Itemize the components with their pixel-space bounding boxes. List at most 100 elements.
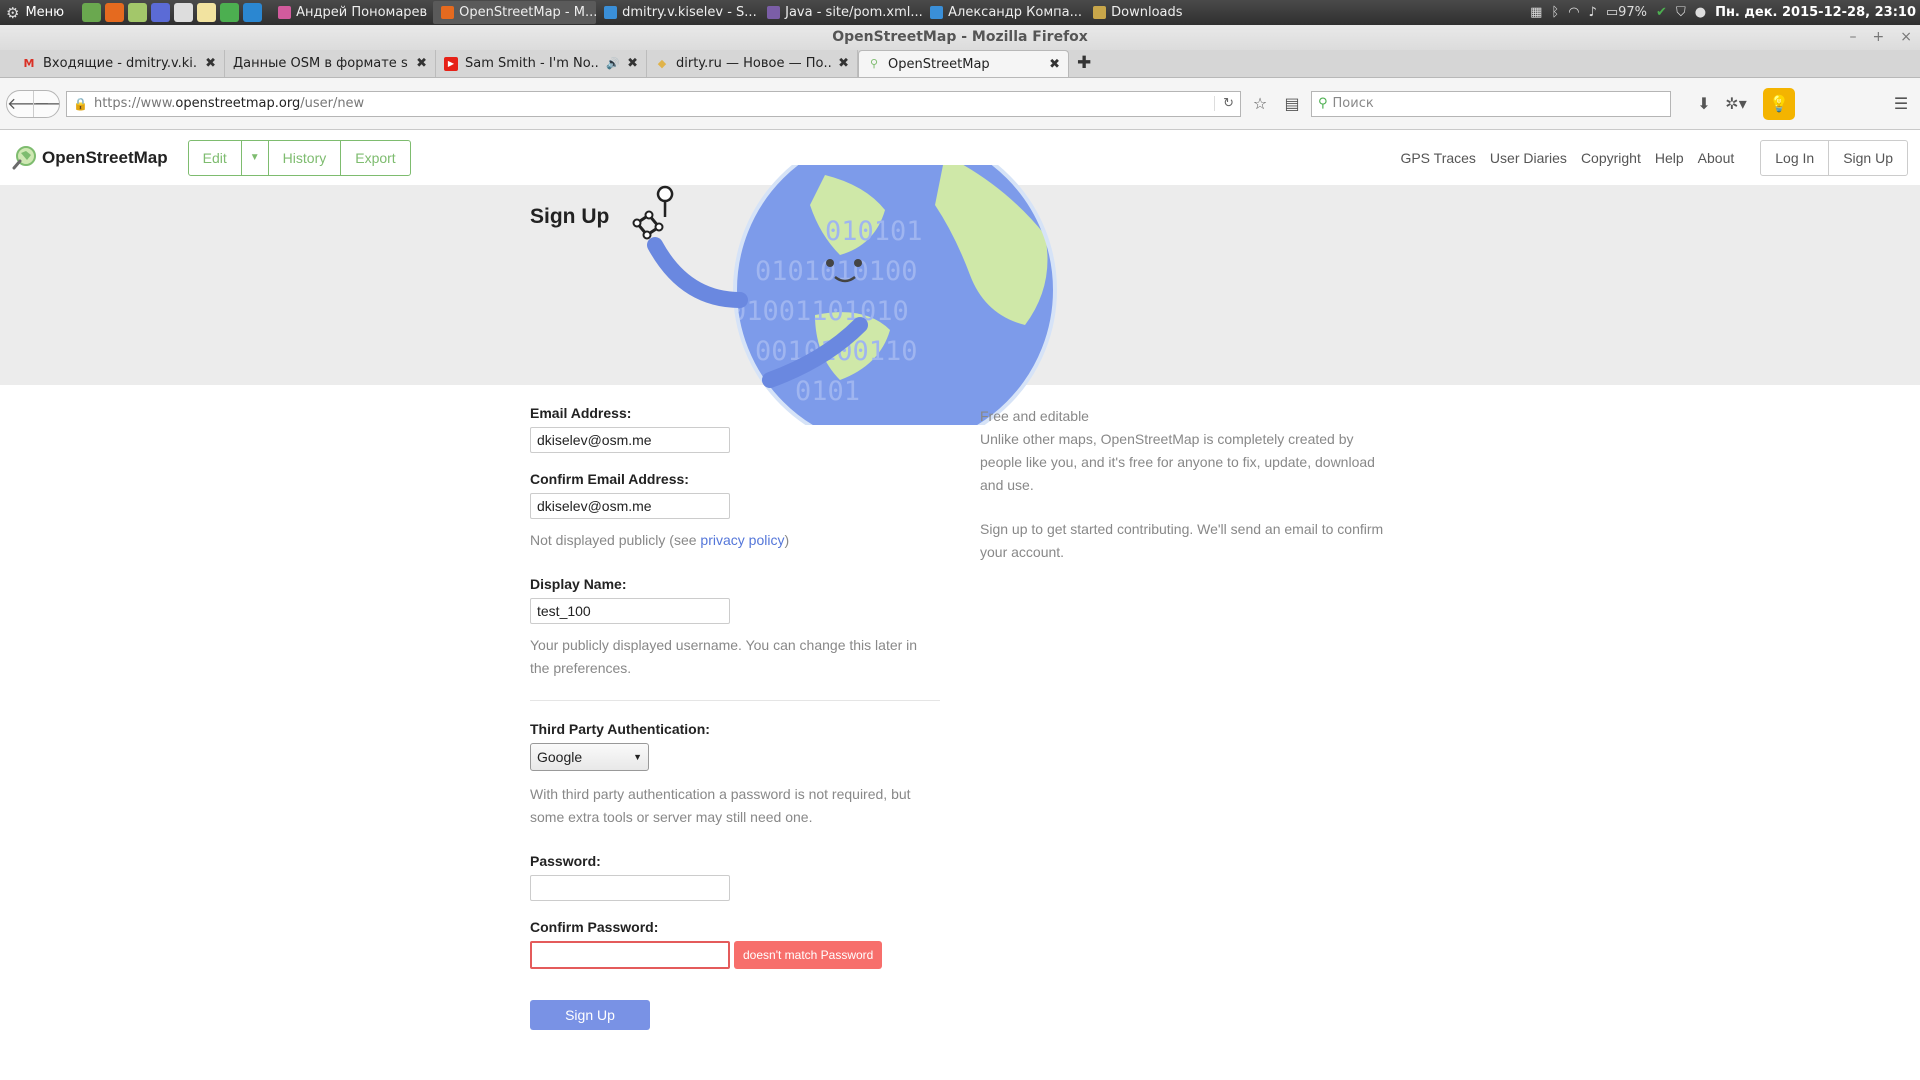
page-title: Sign Up bbox=[530, 205, 610, 228]
window-task-list: Андрей Пономарев OpenStreetMap - M... dm… bbox=[270, 0, 1248, 25]
eclipse-launcher-icon[interactable] bbox=[151, 3, 171, 22]
battery-icon[interactable]: ▭97% bbox=[1606, 5, 1647, 20]
third-party-help: With third party authentication a passwo… bbox=[530, 786, 911, 825]
task-downloads[interactable]: Downloads bbox=[1085, 1, 1248, 24]
task-andrey[interactable]: Андрей Пономарев bbox=[270, 1, 433, 24]
edit-button[interactable]: Edit bbox=[189, 141, 241, 175]
lock-icon[interactable]: 🔒 bbox=[73, 97, 88, 111]
nav-link-about[interactable]: About bbox=[1698, 150, 1735, 166]
speaker-icon[interactable]: 🔊 bbox=[606, 57, 620, 70]
close-window-icon[interactable]: × bbox=[1900, 25, 1912, 50]
extension-icon[interactable]: ✲▾ bbox=[1723, 91, 1749, 117]
task-firefox-osm[interactable]: OpenStreetMap - M... bbox=[433, 1, 597, 24]
info-cta: Sign up to get started contributing. We'… bbox=[980, 521, 1384, 560]
osm-logo[interactable]: OpenStreetMap bbox=[12, 145, 168, 171]
hamburger-menu-icon[interactable]: ☰ bbox=[1888, 91, 1914, 117]
firefox-launcher-icon[interactable] bbox=[105, 3, 125, 22]
url-bar[interactable]: 🔒 https://www.openstreetmap.org/user/new… bbox=[66, 90, 1241, 117]
bluetooth-icon[interactable]: ᛒ bbox=[1551, 5, 1559, 20]
confirm-password-field[interactable] bbox=[530, 941, 730, 969]
third-party-auth-select[interactable]: Google ▼ bbox=[530, 743, 649, 771]
map-node-icon bbox=[632, 185, 674, 240]
close-tab-icon[interactable]: ✖ bbox=[627, 56, 638, 71]
globe-digits-line: 010101 bbox=[825, 216, 923, 247]
edit-dropdown-caret-icon[interactable]: ▼ bbox=[240, 140, 268, 175]
tab-title: Sam Smith - I'm No... bbox=[465, 56, 600, 71]
password-mismatch-error: doesn't match Password bbox=[734, 941, 883, 969]
calculator-launcher-icon[interactable] bbox=[174, 3, 194, 22]
display-name-field[interactable]: test_100 bbox=[530, 598, 730, 624]
forward-icon[interactable]: 🡒 bbox=[33, 90, 59, 117]
wifi-icon[interactable]: ◠ bbox=[1568, 5, 1579, 20]
task-title: Java - site/pom.xml... bbox=[785, 5, 923, 20]
task-title: Downloads bbox=[1111, 5, 1183, 20]
nav-link-gps-traces[interactable]: GPS Traces bbox=[1400, 150, 1475, 166]
header-signup-button[interactable]: Sign Up bbox=[1828, 140, 1907, 175]
gmail-icon: M bbox=[23, 56, 35, 70]
globe-mascot-illustration: 010101 0101010100 01001101010 0010100110… bbox=[632, 165, 1057, 425]
url-host: openstreetmap.org bbox=[175, 96, 301, 111]
info-body: Unlike other maps, OpenStreetMap is comp… bbox=[980, 431, 1375, 493]
reader-view-icon[interactable]: ▤ bbox=[1279, 91, 1305, 117]
volume-icon[interactable]: ♪ bbox=[1589, 5, 1597, 20]
close-tab-icon[interactable]: ✖ bbox=[1049, 57, 1060, 72]
files-launcher-icon[interactable] bbox=[128, 3, 148, 22]
signup-submit-button[interactable]: Sign Up bbox=[530, 1000, 650, 1030]
task-eclipse-java[interactable]: Java - site/pom.xml... bbox=[759, 1, 922, 24]
tab-gmail[interactable]: M Входящие - dmitry.v.ki... ✖ bbox=[14, 50, 225, 77]
osm-logo-text: OpenStreetMap bbox=[42, 147, 168, 167]
tab-openstreetmap[interactable]: ⚲ OpenStreetMap ✖ bbox=[858, 50, 1069, 77]
reload-icon[interactable]: ↻ bbox=[1214, 96, 1234, 111]
close-tab-icon[interactable]: ✖ bbox=[205, 56, 216, 71]
task-skype-dmitry[interactable]: dmitry.v.kiselev - S... bbox=[596, 1, 759, 24]
back-forward-group: 🡐 🡒 bbox=[6, 89, 60, 118]
nav-link-copyright[interactable]: Copyright bbox=[1581, 150, 1641, 166]
update-check-icon[interactable]: ✔ bbox=[1656, 5, 1667, 20]
start-menu-button[interactable]: ⚙ Меню bbox=[0, 0, 74, 25]
task-app-icon bbox=[767, 6, 781, 19]
notification-icon[interactable]: ● bbox=[1695, 5, 1706, 20]
shield-icon[interactable]: ⛉ bbox=[1676, 5, 1686, 20]
start-menu-label: Меню bbox=[25, 5, 65, 20]
password-label: Password: bbox=[530, 853, 601, 869]
privacy-note-prefix: Not displayed publicly (see bbox=[530, 532, 701, 548]
edit-history-export-group: Edit ▼ History Export bbox=[187, 139, 411, 176]
android-launcher-icon[interactable] bbox=[220, 3, 240, 22]
download-icon[interactable]: ⬇ bbox=[1691, 91, 1717, 117]
export-button[interactable]: Export bbox=[340, 140, 409, 175]
secondary-nav: GPS Traces User Diaries Copyright Help A… bbox=[1400, 139, 1908, 176]
email-field[interactable]: dkiselev@osm.me bbox=[530, 427, 730, 453]
osm-logo-icon bbox=[12, 145, 36, 169]
new-tab-icon[interactable]: ✚ bbox=[1069, 50, 1099, 77]
tab-title: OpenStreetMap bbox=[888, 56, 990, 72]
notes-launcher-icon[interactable] bbox=[197, 3, 217, 22]
confirm-password-label: Confirm Password: bbox=[530, 919, 659, 935]
search-bar[interactable]: ⚲ Поиск bbox=[1311, 90, 1671, 117]
back-icon[interactable]: 🡐 bbox=[7, 91, 50, 117]
nav-link-help[interactable]: Help bbox=[1655, 150, 1684, 166]
bookmark-star-icon[interactable]: ☆ bbox=[1247, 91, 1273, 117]
tab-dirty[interactable]: ◆ dirty.ru — Новое — По... ✖ bbox=[647, 50, 858, 77]
task-skype-alexander[interactable]: Александр Компа... bbox=[922, 1, 1085, 24]
signup-form: Email Address: dkiselev@osm.me Confirm E… bbox=[530, 405, 940, 1030]
close-tab-icon[interactable]: ✖ bbox=[416, 56, 427, 71]
login-button[interactable]: Log In bbox=[1761, 141, 1828, 175]
tab-osm-data[interactable]: Данные OSM в формате s... ✖ bbox=[225, 50, 436, 77]
clock[interactable]: Пн. дек. 2015-12-28, 23:10 bbox=[1715, 5, 1916, 20]
nav-link-user-diaries[interactable]: User Diaries bbox=[1490, 150, 1567, 166]
tab-youtube[interactable]: ▶ Sam Smith - I'm No... 🔊 ✖ bbox=[436, 50, 647, 77]
confirm-email-field[interactable]: dkiselev@osm.me bbox=[530, 493, 730, 519]
history-button[interactable]: History bbox=[267, 140, 341, 175]
window-titlebar: OpenStreetMap - Mozilla Firefox – + × bbox=[0, 25, 1920, 50]
close-tab-icon[interactable]: ✖ bbox=[838, 56, 849, 71]
privacy-policy-link[interactable]: privacy policy bbox=[700, 532, 784, 548]
password-field[interactable] bbox=[530, 875, 730, 901]
upwork-launcher-icon[interactable] bbox=[243, 3, 263, 22]
lightbulb-icon[interactable]: 💡 bbox=[1763, 87, 1795, 120]
confirm-email-label: Confirm Email Address: bbox=[530, 471, 689, 487]
signup-info-panel: Free and editable Unlike other maps, Ope… bbox=[980, 405, 1390, 564]
minimize-icon[interactable]: – bbox=[1850, 25, 1857, 50]
desktop-launcher-icon[interactable] bbox=[82, 3, 102, 22]
us-flag-icon[interactable]: ▦ bbox=[1530, 5, 1542, 20]
maximize-icon[interactable]: + bbox=[1873, 25, 1885, 50]
